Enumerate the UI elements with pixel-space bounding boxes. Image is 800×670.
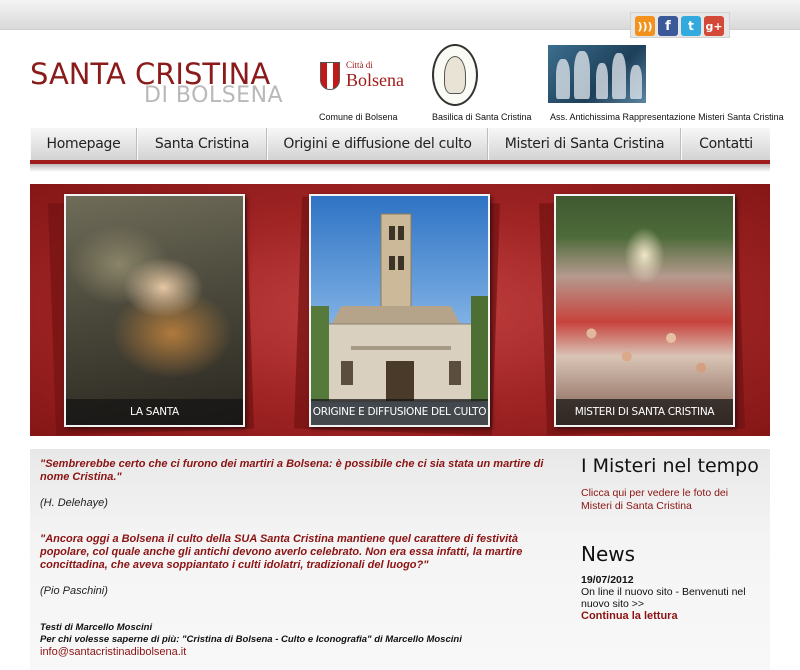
quote-author: (Pio Paschini) [40, 585, 108, 597]
nav-santa-cristina[interactable]: Santa Cristina [137, 128, 267, 160]
hero-banner: LA SANTA ORIGINE E DIFFUSIONE DEL CULTO … [30, 184, 770, 436]
quote-paschini: "Ancora oggi a Bolsena il culto della SU… [40, 533, 523, 571]
misteri-association-logo[interactable] [548, 45, 646, 103]
google-plus-icon[interactable]: g+ [704, 16, 724, 36]
nav-origini[interactable]: Origini e diffusione del culto [267, 128, 488, 160]
twitter-icon[interactable]: t [681, 16, 701, 36]
rss-icon[interactable]: ))) [635, 16, 655, 36]
church-illustration [311, 213, 488, 402]
comune-bolsena-logo[interactable]: Città di Bolsena [316, 58, 404, 98]
credits-book: Per chi volesse saperne di più: "Cristin… [40, 634, 462, 645]
basilica-seal-logo[interactable] [432, 44, 478, 106]
partner-caption-misteri[interactable]: Ass. Antichissima Rappresentazione Miste… [550, 112, 784, 122]
misteri-section-title: I Misteri nel tempo [581, 455, 759, 477]
social-links: ))) f t g+ [630, 12, 730, 38]
main-navigation: Homepage Santa Cristina Origini e diffus… [30, 128, 770, 164]
quote-author: (H. Delehaye) [40, 497, 108, 509]
nav-homepage[interactable]: Homepage [30, 128, 137, 160]
nav-misteri[interactable]: Misteri di Santa Cristina [488, 128, 681, 160]
quotes-column: "Sembrerebbe certo che ci furono dei mar… [40, 458, 560, 658]
credits-author: Testi di Marcello Moscini [40, 622, 153, 633]
contact-email-link[interactable]: info@santacristinadibolsena.it [40, 646, 560, 658]
saint-figure-icon [444, 56, 466, 94]
bolsena-shield-icon [320, 62, 340, 90]
facebook-icon[interactable]: f [658, 16, 678, 36]
bolsena-logo-small-text: Città di [346, 60, 373, 70]
news-read-more-link[interactable]: Continua la lettura [581, 610, 761, 622]
nav-shadow [30, 164, 770, 172]
nav-contatti[interactable]: Contatti [681, 128, 770, 160]
partner-caption-basilica[interactable]: Basilica di Santa Cristina [432, 112, 532, 122]
card-caption: MISTERI DI SANTA CRISTINA [556, 399, 733, 425]
card-la-santa[interactable]: LA SANTA [64, 194, 245, 427]
card-origine-culto[interactable]: ORIGINE E DIFFUSIONE DEL CULTO [309, 194, 490, 427]
card-caption: LA SANTA [66, 399, 243, 425]
card-misteri[interactable]: MISTERI DI SANTA CRISTINA [554, 194, 735, 427]
news-text: On line il nuovo sito - Benvenuti nel nu… [581, 586, 746, 610]
bolsena-logo-big-text: Bolsena [346, 70, 404, 90]
site-logo-subtitle: DI BOLSENA [144, 83, 284, 108]
news-date: 19/07/2012 [581, 574, 634, 586]
news-section-title: News [581, 542, 636, 566]
quote-delehaye: "Sembrerebbe certo che ci furono dei mar… [40, 458, 544, 483]
sidebar: I Misteri nel tempo Clicca qui per veder… [581, 455, 761, 622]
content-area: "Sembrerebbe certo che ci furono dei mar… [30, 449, 770, 670]
card-caption: ORIGINE E DIFFUSIONE DEL CULTO [311, 399, 488, 425]
misteri-photos-link[interactable]: Clicca qui per vedere le foto dei Mister… [581, 487, 761, 513]
partner-caption-comune[interactable]: Comune di Bolsena [319, 112, 398, 122]
